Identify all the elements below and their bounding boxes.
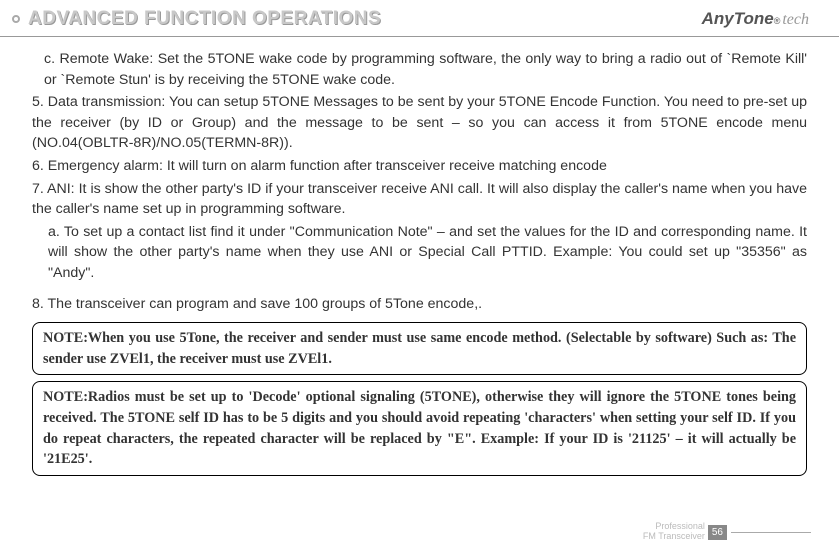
footer-rule xyxy=(731,532,811,533)
note-box-2: NOTE:Radios must be set up to 'Decode' o… xyxy=(32,381,807,475)
footer-line2: FM Transceiver xyxy=(643,532,705,542)
item-8: 8. The transceiver can program and save … xyxy=(32,294,807,315)
header-left: ADVANCED FUNCTION OPERATIONS xyxy=(12,8,381,30)
note-box-1: NOTE:When you use 5Tone, the receiver an… xyxy=(32,322,807,375)
item-7: 7. ANI: It is show the other party's ID … xyxy=(32,179,807,220)
item-c: c. Remote Wake: Set the 5TONE wake code … xyxy=(44,49,807,90)
registered-icon: ® xyxy=(774,16,781,26)
item-7a: a. To set up a contact list find it unde… xyxy=(48,222,807,284)
brand-sub-text: tech xyxy=(782,11,809,29)
footer-label: Professional FM Transceiver xyxy=(643,522,705,542)
item-6: 6. Emergency alarm: It will turn on alar… xyxy=(32,156,807,177)
page-header: ADVANCED FUNCTION OPERATIONS AnyTone ® t… xyxy=(0,0,839,37)
brand-logo: AnyTone ® tech xyxy=(702,9,809,29)
content-area: c. Remote Wake: Set the 5TONE wake code … xyxy=(0,37,839,490)
bullet-icon xyxy=(12,15,20,23)
section-title: ADVANCED FUNCTION OPERATIONS xyxy=(28,8,381,30)
brand-main-text: AnyTone xyxy=(702,9,774,29)
page-number: 56 xyxy=(708,525,727,540)
item-5: 5. Data transmission: You can setup 5TON… xyxy=(32,92,807,154)
page-footer: Professional FM Transceiver 56 xyxy=(643,522,811,542)
